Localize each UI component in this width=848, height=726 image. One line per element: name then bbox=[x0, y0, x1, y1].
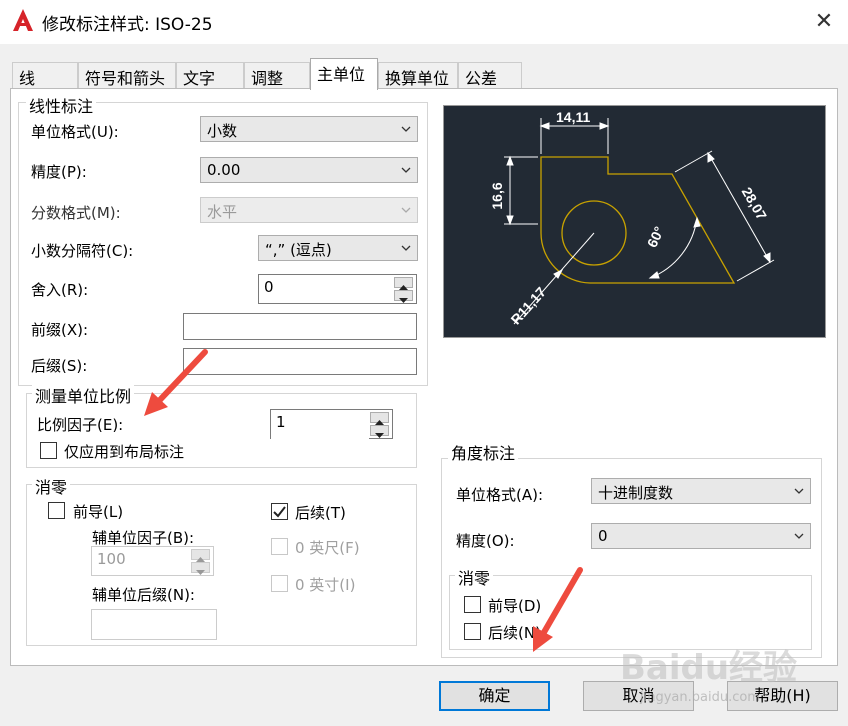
dim-radius-text: R11,17 bbox=[507, 284, 549, 328]
chevron-down-icon bbox=[401, 207, 411, 213]
triangle-down-icon bbox=[399, 298, 408, 303]
sub-unit-suffix-label: 辅单位后缀(N): bbox=[92, 586, 195, 604]
suffix-label: 后缀(S): bbox=[31, 357, 88, 375]
spin-down-button[interactable] bbox=[370, 425, 389, 438]
scale-factor-spinner[interactable] bbox=[369, 409, 393, 439]
unit-format-combo[interactable]: 小数 bbox=[200, 116, 418, 142]
prefix-input[interactable] bbox=[183, 313, 417, 340]
leading-zero-checkbox[interactable] bbox=[48, 502, 65, 519]
spin-down-button[interactable] bbox=[191, 562, 210, 575]
tab-symbols-arrows[interactable]: 符号和箭头 bbox=[78, 62, 176, 88]
tab-tolerances[interactable]: 公差 bbox=[458, 62, 522, 88]
decimal-separator-value: “,” (逗点) bbox=[265, 241, 332, 259]
fraction-format-label: 分数格式(M): bbox=[31, 204, 121, 222]
tab-primary-units[interactable]: 主单位 bbox=[310, 58, 378, 90]
watermark-text: Baidu经验 bbox=[620, 648, 798, 688]
angular-precision-label: 精度(O): bbox=[456, 532, 515, 550]
dimension-preview: 14,11 16,6 28,07 60° R11,17 bbox=[443, 105, 826, 338]
trailing-zero-checkbox[interactable] bbox=[271, 503, 288, 520]
autocad-logo-icon bbox=[13, 9, 33, 31]
layout-only-label: 仅应用到布局标注 bbox=[64, 443, 185, 461]
chevron-down-icon bbox=[401, 167, 411, 173]
round-spinner[interactable] bbox=[393, 274, 417, 304]
preview-drawing: 14,11 16,6 28,07 60° R11,17 bbox=[489, 109, 775, 328]
angular-zero-legend: 消零 bbox=[455, 565, 494, 589]
angular-unit-format-combo[interactable]: 十进制度数 bbox=[591, 478, 811, 504]
sub-unit-factor-spinner[interactable] bbox=[190, 546, 214, 576]
angular-legend: 角度标注 bbox=[448, 440, 519, 464]
triangle-down-icon bbox=[375, 433, 384, 438]
angular-unit-format-value: 十进制度数 bbox=[598, 484, 674, 502]
zero-feet-checkbox[interactable] bbox=[271, 538, 288, 555]
precision-label: 精度(P): bbox=[31, 163, 87, 181]
dim-top-text: 14,11 bbox=[556, 109, 590, 125]
zero-feet-label: 0 英尺(F) bbox=[295, 539, 360, 557]
angular-leading-label: 前导(D) bbox=[488, 597, 542, 615]
fraction-format-value: 水平 bbox=[207, 203, 238, 221]
decimal-separator-label: 小数分隔符(C): bbox=[31, 242, 134, 260]
spin-up-button[interactable] bbox=[394, 277, 413, 290]
tab-text[interactable]: 文字 bbox=[176, 62, 244, 88]
dim-angle-text: 60° bbox=[644, 224, 667, 250]
angular-unit-format-label: 单位格式(A): bbox=[456, 486, 544, 504]
spin-down-button[interactable] bbox=[394, 290, 413, 303]
leading-zero-label: 前导(L) bbox=[73, 503, 124, 521]
scale-legend: 测量单位比例 bbox=[32, 383, 135, 407]
triangle-down-icon bbox=[196, 570, 205, 575]
angular-trailing-label: 后续(N) bbox=[488, 624, 541, 642]
zero-inches-label: 0 英寸(I) bbox=[295, 576, 356, 594]
angular-trailing-checkbox[interactable] bbox=[464, 623, 481, 640]
suffix-input[interactable] bbox=[183, 348, 417, 375]
dim-right-text: 28,07 bbox=[739, 184, 770, 223]
dim-left-text: 16,6 bbox=[489, 182, 505, 209]
chevron-down-icon bbox=[794, 488, 804, 494]
angular-leading-checkbox[interactable] bbox=[464, 596, 481, 613]
scale-factor-input[interactable]: 1 bbox=[270, 409, 370, 439]
linear-legend: 线性标注 bbox=[26, 93, 97, 117]
scale-factor-label: 比例因子(E): bbox=[37, 416, 124, 434]
sub-unit-factor-label: 辅单位因子(B): bbox=[92, 529, 195, 547]
precision-combo[interactable]: 0.00 bbox=[200, 157, 418, 183]
unit-format-value: 小数 bbox=[207, 122, 238, 140]
layout-only-checkbox[interactable] bbox=[40, 442, 57, 459]
spin-up-button[interactable] bbox=[370, 412, 389, 425]
spin-up-button[interactable] bbox=[191, 549, 210, 562]
window-title: 修改标注样式: ISO-25 bbox=[42, 15, 213, 35]
round-label: 舍入(R): bbox=[31, 281, 89, 299]
chevron-down-icon bbox=[794, 533, 804, 539]
unit-format-label: 单位格式(U): bbox=[31, 123, 119, 141]
fraction-format-combo[interactable]: 水平 bbox=[200, 197, 418, 223]
ok-button[interactable]: 确定 bbox=[439, 681, 550, 711]
chevron-down-icon bbox=[401, 245, 411, 251]
sub-unit-suffix-input[interactable] bbox=[91, 609, 217, 640]
zero-inches-checkbox[interactable] bbox=[271, 575, 288, 592]
watermark-subtext: jingyan.baidu.com bbox=[640, 690, 760, 705]
angular-precision-value: 0 bbox=[598, 527, 608, 545]
zero-suppression-legend: 消零 bbox=[32, 474, 71, 498]
tab-alternate-units[interactable]: 换算单位 bbox=[378, 62, 458, 88]
precision-value: 0.00 bbox=[207, 161, 241, 179]
prefix-label: 前缀(X): bbox=[31, 321, 89, 339]
decimal-separator-combo[interactable]: “,” (逗点) bbox=[258, 235, 418, 261]
close-icon[interactable]: ✕ bbox=[812, 10, 836, 34]
tab-lines[interactable]: 线 bbox=[12, 62, 78, 88]
sub-unit-factor-input[interactable]: 100 bbox=[91, 546, 191, 576]
tab-fit[interactable]: 调整 bbox=[244, 62, 310, 88]
round-input[interactable]: 0 bbox=[258, 274, 394, 304]
trailing-zero-label: 后续(T) bbox=[295, 504, 346, 522]
chevron-down-icon bbox=[401, 126, 411, 132]
angular-precision-combo[interactable]: 0 bbox=[591, 523, 811, 549]
checkmark-icon bbox=[273, 506, 286, 518]
